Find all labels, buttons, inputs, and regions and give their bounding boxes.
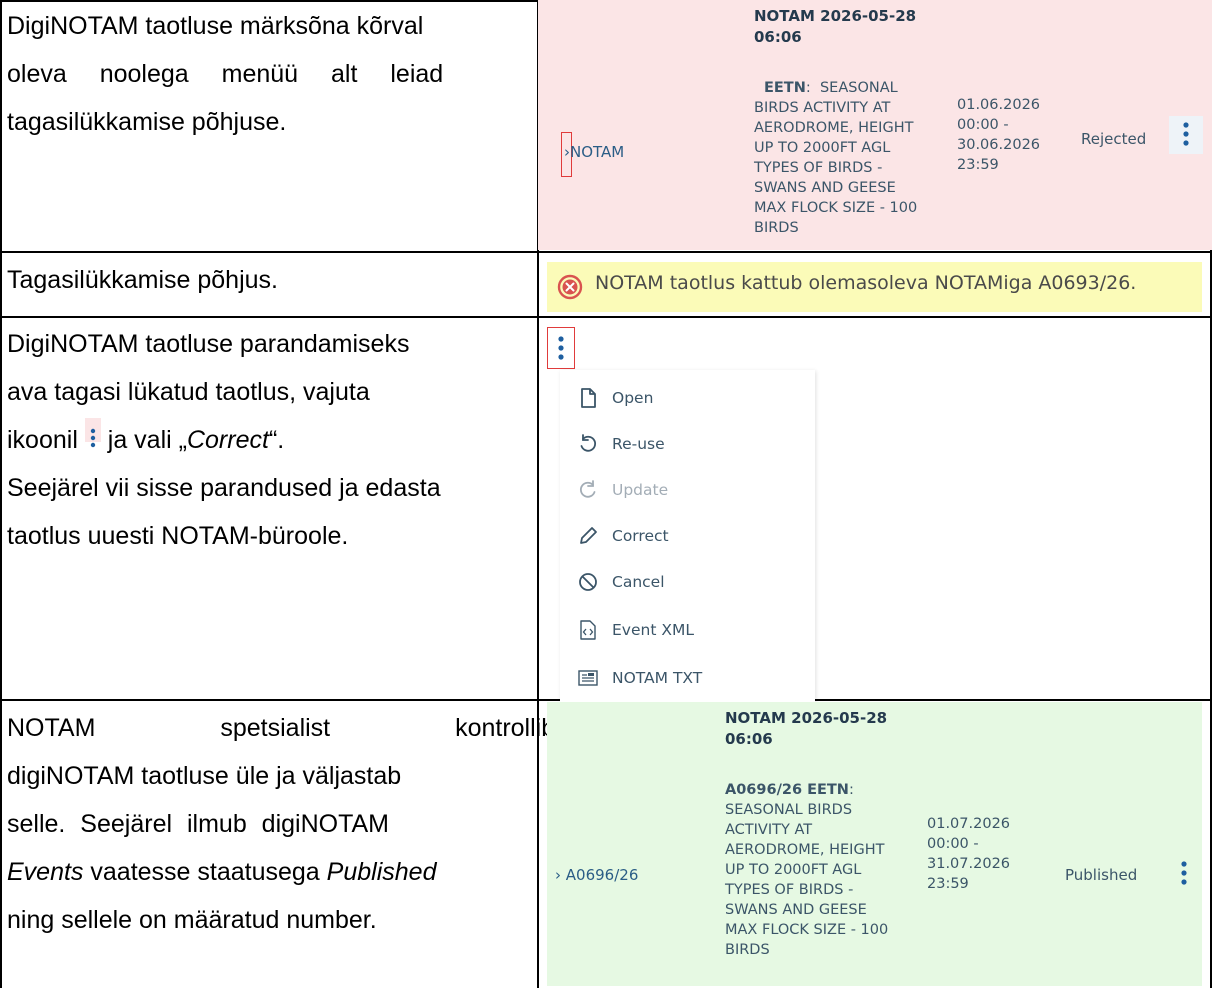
refresh-icon	[574, 478, 602, 502]
validity-dates: 01.06.2026 00:00 - 30.06.2026 23:59	[957, 97, 1041, 173]
row3-text: DigiNOTAM taotluse parandamiseks ava tag…	[7, 320, 530, 560]
row4-line: NOTAM spetsialist kontrollib	[7, 714, 556, 742]
row4-line: selle. Seejärel ilmub digiNOTAM	[7, 810, 389, 838]
pencil-icon	[574, 524, 602, 548]
rejection-reason-bar: NOTAM taotlus kattub olemasoleva NOTAMig…	[547, 262, 1202, 312]
menu-item-correct[interactable]: Correct	[574, 524, 669, 548]
kebab-icon	[84, 418, 101, 448]
row-actions-button[interactable]	[1167, 855, 1201, 893]
row-divider-1	[0, 251, 1212, 253]
rejection-reason-text: NOTAM taotlus kattub olemasoleva NOTAMig…	[595, 272, 1137, 294]
row3-line: taotlus uuesti NOTAM-büroole.	[7, 522, 349, 550]
menu-item-notam-txt[interactable]: NOTAM TXT	[574, 666, 702, 690]
validity-dates: 01.07.2026 00:00 - 31.07.2026 23:59	[927, 816, 1011, 892]
row1-line: DigiNOTAM taotluse märksõna kõrval	[7, 12, 424, 40]
notam-description: EETN: SEASONAL BIRDS ACTIVITY AT AERODRO…	[754, 80, 918, 236]
row4-line: ning sellele on määratud number.	[7, 906, 377, 934]
row1-text: DigiNOTAM taotluse märksõna kõrval oleva…	[7, 2, 530, 146]
chevron-right-icon: ›	[555, 866, 561, 884]
menu-item-cancel[interactable]: Cancel	[574, 570, 665, 594]
cancel-icon	[574, 570, 602, 594]
row1-line: oleva noolega menüü alt leiad	[7, 60, 444, 88]
status-label: Published	[1065, 866, 1138, 884]
row2-line: Tagasilükkamise põhjus.	[7, 266, 278, 294]
row-divider-2	[0, 316, 1212, 318]
notam-header: NOTAM 2026-05-28 06:06	[725, 709, 888, 748]
row3-line: Seejärel vii sisse parandused ja edasta	[7, 474, 441, 502]
row-actions-button[interactable]	[547, 327, 575, 369]
file-icon	[574, 386, 602, 410]
row1-line: tagasilükkamise põhjuse.	[7, 108, 287, 136]
row3-line: ikoonil ja vali „Correct“.	[7, 416, 530, 464]
actions-menu: Open Re-use Update Correct Cancel Event …	[560, 370, 815, 702]
text-file-icon	[574, 666, 602, 690]
undo-icon	[574, 432, 602, 456]
row2-text: Tagasilükkamise põhjus.	[7, 256, 530, 304]
table-border-left	[0, 0, 2, 988]
published-notam-row: › A0696/26 NOTAM 2026-05-28 06:06 A0696/…	[547, 702, 1202, 986]
row4-text: NOTAM spetsialist kontrollib digiNOTAM t…	[7, 704, 556, 944]
status-label: Rejected	[1081, 130, 1147, 148]
row-actions-button[interactable]	[1169, 116, 1203, 154]
rejected-notam-row: ›NOTAM NOTAM 2026-05-28 06:06 EETN: SEAS…	[538, 0, 1212, 250]
kebab-icon	[1183, 122, 1189, 146]
row4-line: digiNOTAM taotluse üle ja väljastab	[7, 762, 402, 790]
notam-header: NOTAM 2026-05-28 06:06	[754, 7, 917, 46]
error-circle-icon	[557, 274, 583, 300]
kebab-icon	[558, 336, 564, 360]
row4-line: Events vaatesse staatusega Published	[7, 858, 437, 886]
row3-line: ava tagasi lükatud taotlus, vajuta	[7, 378, 370, 406]
xml-file-icon	[574, 618, 602, 642]
kebab-icon	[1181, 861, 1187, 885]
menu-item-update[interactable]: Update	[574, 478, 668, 502]
expand-link[interactable]: ›NOTAM	[564, 143, 624, 161]
menu-item-open[interactable]: Open	[574, 386, 653, 410]
notam-description: A0696/26 EETN: SEASONAL BIRDS ACTIVITY A…	[725, 782, 889, 958]
row3-line: DigiNOTAM taotluse parandamiseks	[7, 330, 410, 358]
menu-item-reuse[interactable]: Re-use	[574, 432, 665, 456]
expand-link[interactable]: › A0696/26	[555, 866, 638, 884]
menu-item-event-xml[interactable]: Event XML	[574, 618, 694, 642]
